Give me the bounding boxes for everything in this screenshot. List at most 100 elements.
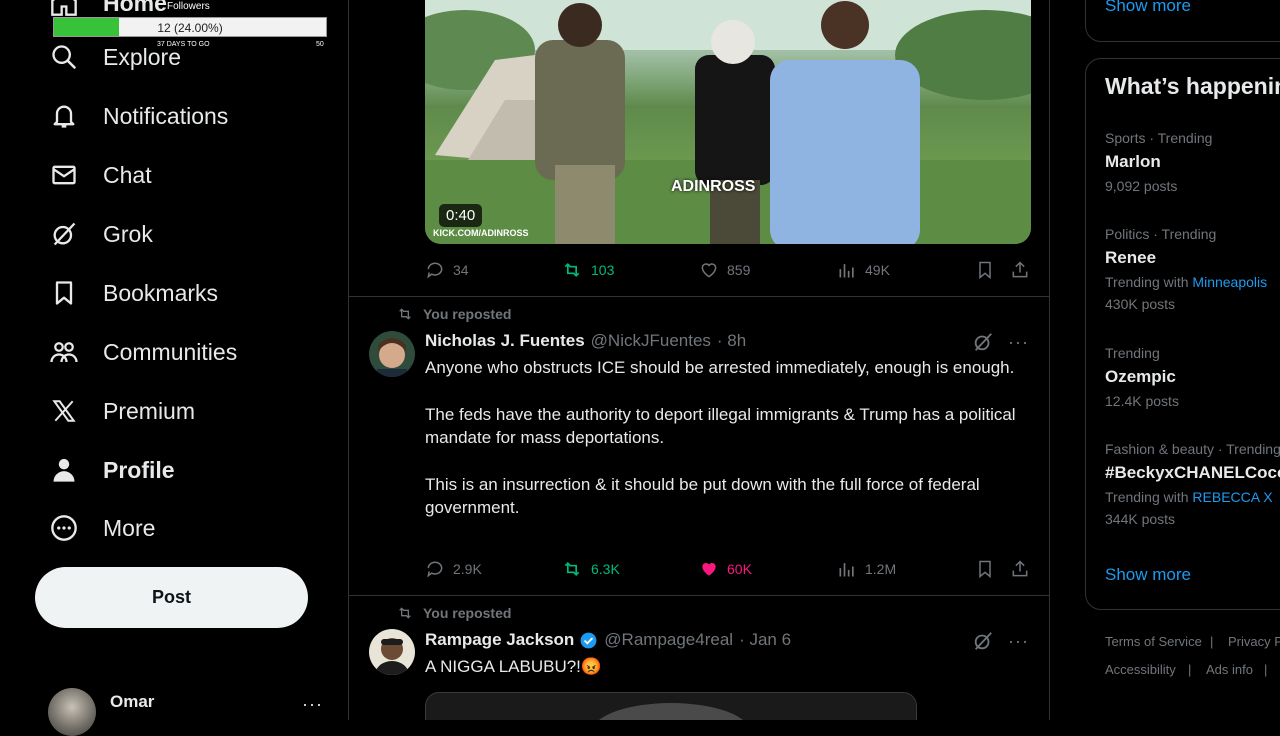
show-more-link[interactable]: Show more bbox=[1105, 0, 1191, 16]
trend-context: Politics · Trending bbox=[1105, 226, 1217, 242]
like-button[interactable]: 859 bbox=[699, 258, 750, 282]
footer-privacy[interactable]: Privacy Policy bbox=[1228, 634, 1280, 649]
tweet-paragraph: Anyone who obstructs ICE should be arres… bbox=[425, 358, 1015, 377]
grok-icon bbox=[48, 218, 80, 250]
tweet-header: Nicholas J. Fuentes @NickJFuentes · 8h bbox=[425, 331, 746, 351]
nav-bookmarks-label: Bookmarks bbox=[103, 279, 219, 306]
trend-related: Trending with Minneapolis bbox=[1105, 274, 1280, 290]
repost-indicator: You reposted bbox=[397, 605, 511, 621]
trend-count: 12.4K posts bbox=[1105, 393, 1179, 409]
grok-icon[interactable] bbox=[972, 331, 994, 353]
bookmark-button[interactable] bbox=[975, 258, 995, 282]
repost-icon bbox=[564, 262, 580, 278]
heart-filled-icon bbox=[702, 563, 716, 576]
trend-title: Ozempic bbox=[1105, 367, 1176, 386]
bookmark-icon bbox=[979, 560, 991, 579]
avatar-image bbox=[369, 331, 415, 377]
person-icon bbox=[48, 454, 80, 486]
trend-context: Sports · Trending bbox=[1105, 130, 1213, 146]
trend-item[interactable]: Fashion & beauty · Trending #BeckyxCHANE… bbox=[1105, 441, 1280, 527]
video-player[interactable]: 0:40 KICK.COM/ADINROSS ADINROSS bbox=[425, 0, 1031, 244]
grok-icon[interactable] bbox=[972, 630, 994, 652]
share-button[interactable] bbox=[1010, 557, 1030, 581]
reply-icon bbox=[427, 262, 443, 279]
share-icon bbox=[1012, 261, 1028, 278]
author-avatar[interactable] bbox=[369, 629, 415, 675]
trend-related-link[interactable]: Minneapolis bbox=[1192, 274, 1267, 290]
nav-more[interactable]: More bbox=[48, 503, 155, 553]
footer-accessibility[interactable]: Accessibility bbox=[1105, 662, 1176, 677]
nav-communities-label: Communities bbox=[103, 338, 238, 365]
views-button[interactable]: 49K bbox=[837, 258, 890, 282]
more-options-icon[interactable]: ··· bbox=[1008, 631, 1029, 652]
nav-notifications-label: Notifications bbox=[103, 102, 229, 129]
footer-ads-info[interactable]: Ads info bbox=[1206, 662, 1253, 677]
search-icon bbox=[48, 41, 80, 73]
views-button[interactable]: 1.2M bbox=[837, 557, 896, 581]
bell-icon bbox=[48, 100, 80, 132]
account-switcher[interactable]: Omar ··· bbox=[48, 688, 338, 736]
tweet-time[interactable]: · Jan 6 bbox=[739, 630, 791, 650]
tweet-tools: ··· bbox=[972, 331, 1029, 353]
more-options-icon[interactable]: ··· bbox=[1008, 332, 1029, 353]
like-count: 859 bbox=[727, 262, 751, 278]
nav-premium-label: Premium bbox=[103, 397, 196, 424]
bookmark-icon bbox=[979, 261, 991, 280]
trend-item[interactable]: Sports · Trending Marlon 9,092 posts bbox=[1105, 130, 1280, 194]
nav-premium[interactable]: Premium bbox=[48, 386, 195, 436]
footer-terms[interactable]: Terms of Service bbox=[1105, 634, 1202, 649]
repost-label: You reposted bbox=[423, 306, 512, 322]
nav-chat[interactable]: Chat bbox=[48, 150, 152, 200]
trend-related-link[interactable]: REBECCA X bbox=[1192, 489, 1272, 505]
reply-count: 34 bbox=[453, 262, 469, 278]
trend-related-prefix: Trending with bbox=[1105, 489, 1189, 505]
trend-item[interactable]: Politics · Trending Renee Trending with … bbox=[1105, 226, 1280, 312]
tweet-actions: 2.9K 6.3K 60K 1.2M bbox=[425, 557, 1031, 581]
views-icon bbox=[839, 264, 854, 278]
footer-separator: | bbox=[1210, 634, 1214, 649]
repost-button[interactable]: 103 bbox=[561, 258, 614, 282]
post-divider bbox=[349, 296, 1049, 297]
tweet-time[interactable]: · 8h bbox=[717, 331, 746, 351]
x-logo-icon bbox=[48, 395, 80, 427]
repost-button[interactable]: 6.3K bbox=[561, 557, 620, 581]
show-more-link[interactable]: Show more bbox=[1105, 565, 1191, 585]
nav-bookmarks[interactable]: Bookmarks bbox=[48, 268, 218, 318]
like-button[interactable]: 60K bbox=[699, 557, 752, 581]
repost-label: You reposted bbox=[423, 605, 512, 621]
tweet-media[interactable] bbox=[425, 692, 917, 720]
timeline: 0:40 KICK.COM/ADINROSS ADINROSS 34 103 8… bbox=[348, 0, 1050, 720]
trend-count: 344K posts bbox=[1105, 511, 1176, 527]
share-icon bbox=[1012, 560, 1028, 577]
tweet-paragraph: The feds have the authority to deport il… bbox=[425, 404, 1016, 448]
trend-count: 9,092 posts bbox=[1105, 178, 1178, 194]
nav-profile[interactable]: Profile bbox=[48, 445, 175, 495]
author-name[interactable]: Nicholas J. Fuentes bbox=[425, 331, 585, 351]
trend-count: 430K posts bbox=[1105, 296, 1176, 312]
author-handle[interactable]: @NickJFuentes bbox=[591, 331, 711, 351]
account-menu-icon[interactable]: ··· bbox=[302, 694, 323, 715]
nav-grok[interactable]: Grok bbox=[48, 209, 153, 259]
mail-icon bbox=[48, 159, 80, 191]
video-tag: ADINROSS bbox=[671, 178, 756, 195]
heart-icon bbox=[701, 263, 717, 278]
reply-button[interactable]: 2.9K bbox=[425, 557, 482, 581]
trend-item[interactable]: Trending Ozempic 12.4K posts bbox=[1105, 345, 1280, 409]
nav-notifications[interactable]: Notifications bbox=[48, 91, 228, 141]
nav-communities[interactable]: Communities bbox=[48, 327, 237, 377]
nav-grok-label: Grok bbox=[103, 220, 153, 247]
trend-context: Trending bbox=[1105, 345, 1160, 361]
share-button[interactable] bbox=[1010, 258, 1030, 282]
nav-explore[interactable]: Explore bbox=[48, 32, 181, 82]
reply-button[interactable]: 34 bbox=[425, 258, 469, 282]
author-name[interactable]: Rampage Jackson bbox=[425, 630, 574, 650]
bookmark-button[interactable] bbox=[975, 557, 995, 581]
post-button[interactable]: Post bbox=[35, 567, 308, 628]
video-post-actions: 34 103 859 49K bbox=[425, 258, 1031, 282]
reply-count: 2.9K bbox=[453, 561, 482, 577]
author-handle[interactable]: @Rampage4real bbox=[604, 630, 733, 650]
author-avatar[interactable] bbox=[369, 331, 415, 377]
post-divider bbox=[349, 595, 1049, 596]
footer-separator: | bbox=[1264, 662, 1268, 677]
views-count: 1.2M bbox=[865, 561, 897, 577]
